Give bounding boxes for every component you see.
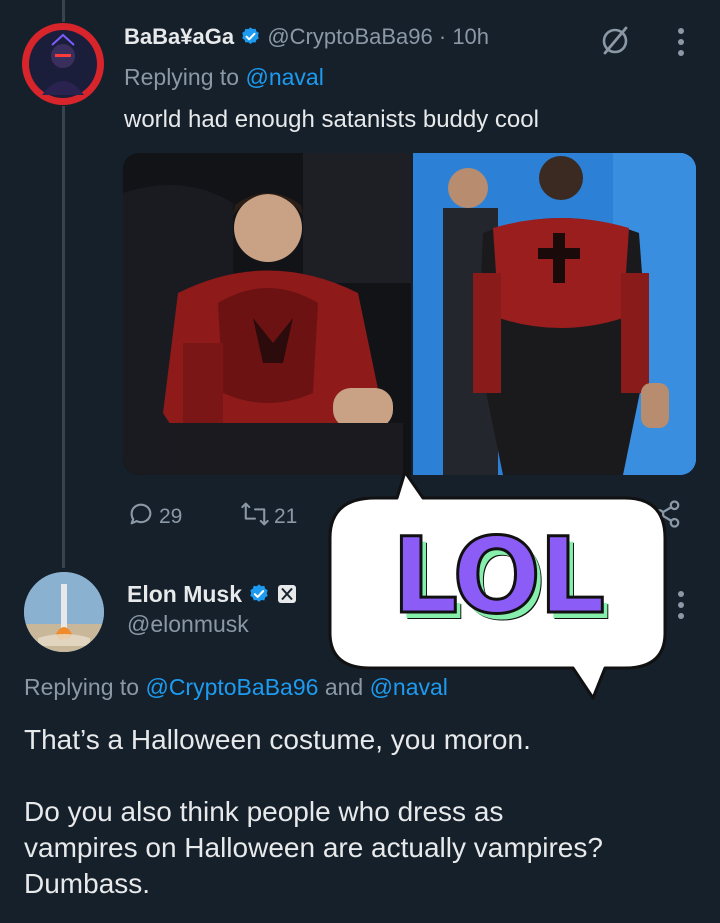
- tweet-text-line: That’s a Halloween costume, you moron.: [24, 724, 531, 755]
- thread-line-middle: [62, 106, 65, 568]
- more-options-icon[interactable]: [676, 27, 686, 62]
- tweet-text-line: Do you also think people who dress as: [24, 796, 504, 827]
- avatar-elonmusk[interactable]: [24, 572, 104, 652]
- display-name[interactable]: BaBa¥aGa: [124, 24, 234, 49]
- repost-count: 21: [274, 505, 298, 528]
- photo-left[interactable]: [123, 153, 411, 475]
- verified-badge-icon: [248, 583, 270, 611]
- thread-line-top: [62, 0, 65, 22]
- grok-icon[interactable]: [598, 24, 632, 63]
- photo-right[interactable]: [413, 153, 696, 475]
- tweet-text-line: Dumbass.: [24, 868, 151, 899]
- repost-icon: [240, 500, 270, 534]
- reply-count: 29: [159, 505, 183, 528]
- avatar-cryptobaba[interactable]: [22, 23, 104, 105]
- tweet-text-line: vampires on Halloween are actually vampi…: [24, 832, 603, 863]
- handle[interactable]: @elonmusk: [127, 611, 249, 638]
- tweet-text: That’s a Halloween costume, you moron. D…: [24, 722, 603, 902]
- more-options-icon[interactable]: [676, 590, 686, 625]
- x-affiliate-badge-icon: [277, 583, 297, 610]
- replying-to: Replying to @naval: [124, 64, 324, 90]
- display-name[interactable]: Elon Musk: [127, 581, 242, 607]
- reply-button[interactable]: 29: [127, 500, 182, 534]
- timestamp[interactable]: · 10h: [439, 24, 489, 49]
- lol-sticker: LOL: [325, 468, 670, 703]
- tweet-text: world had enough satanists buddy cool: [124, 106, 539, 133]
- mention-cryptobaba[interactable]: @CryptoBaBa96: [145, 674, 318, 700]
- handle[interactable]: @CryptoBaBa96: [267, 24, 432, 49]
- repost-button[interactable]: 21: [240, 500, 297, 534]
- lol-sticker-text: LOL: [390, 515, 606, 638]
- verified-badge-icon: [240, 26, 261, 53]
- mention-naval[interactable]: @naval: [245, 64, 323, 90]
- tweet-media[interactable]: [123, 153, 696, 475]
- reply-icon: [127, 500, 155, 534]
